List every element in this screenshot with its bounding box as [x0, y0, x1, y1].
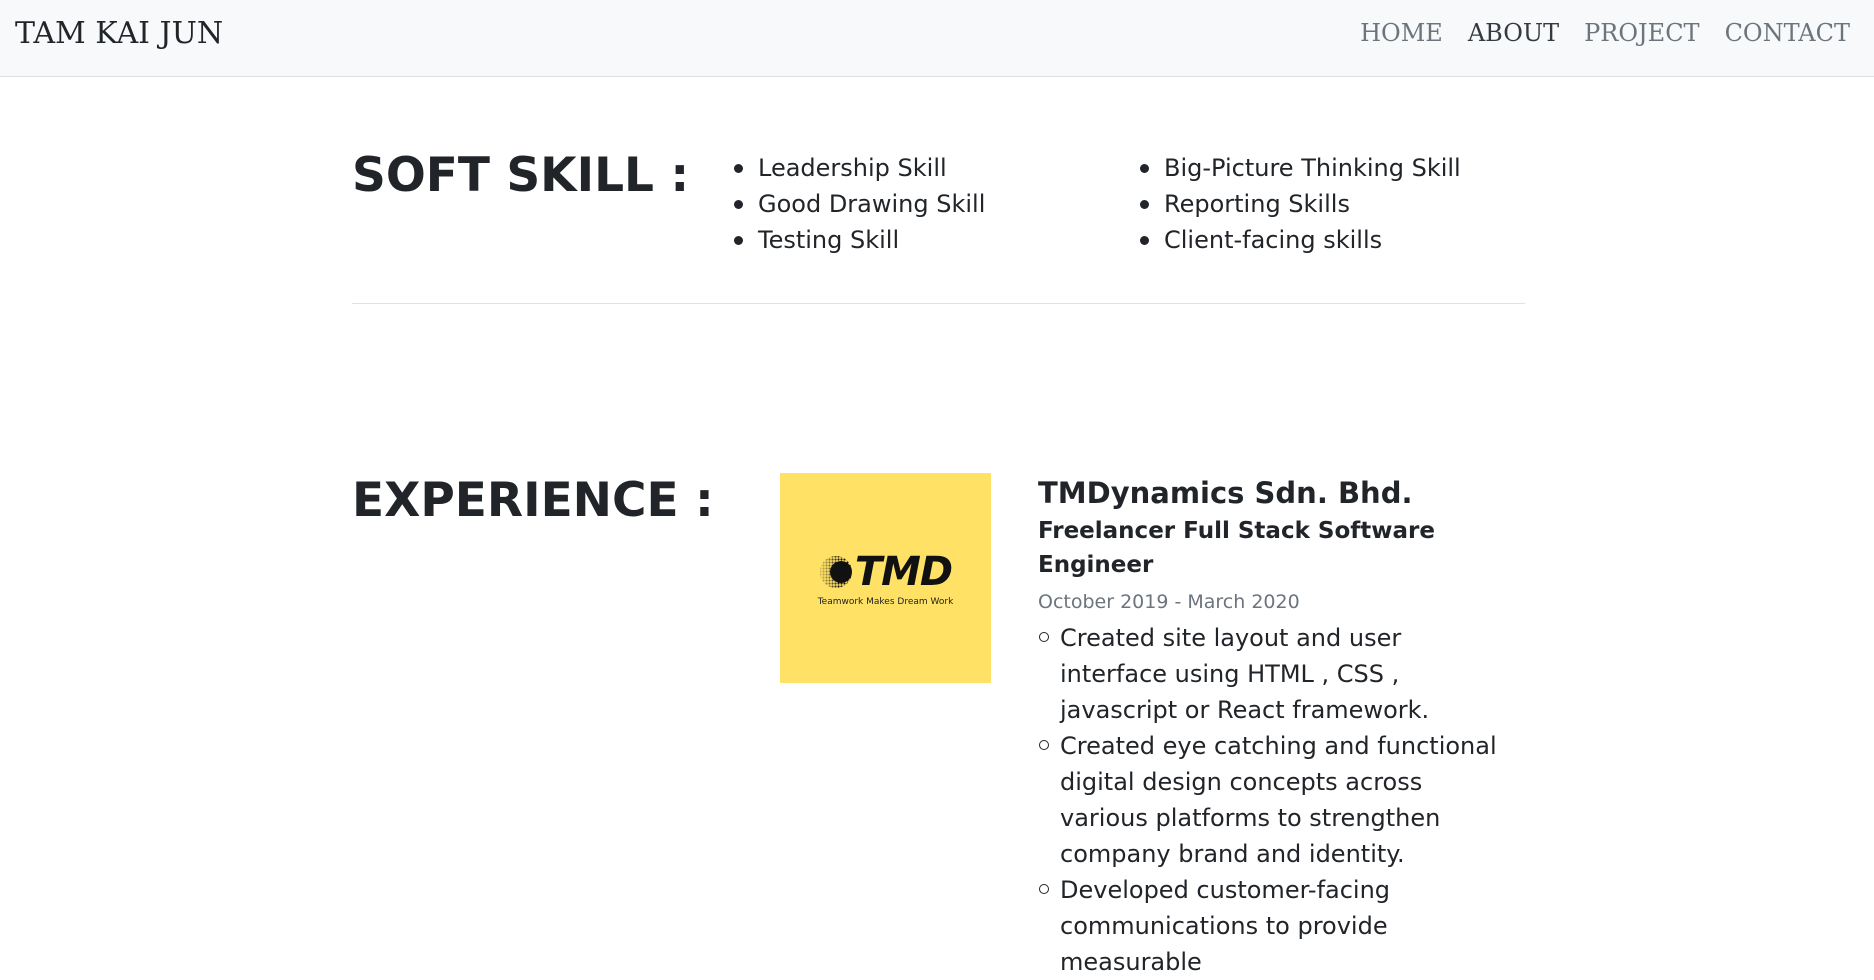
company-name: TMDynamics Sdn. Bhd.: [1038, 476, 1413, 510]
logo-tagline: Teamwork Makes Dream Work: [817, 597, 954, 607]
skill-item: Leadership Skill: [732, 150, 985, 186]
experience-title: EXPERIENCE :: [352, 473, 714, 528]
job-role: Freelancer Full Stack Software Engineer: [1038, 518, 1435, 578]
skill-item: Big-Picture Thinking Skill: [1138, 150, 1461, 186]
soft-skill-list-left: Leadership Skill Good Drawing Skill Test…: [732, 150, 985, 258]
nav-home-link[interactable]: HOME: [1360, 19, 1443, 47]
logo-text: TMD: [854, 549, 953, 595]
skill-item: Good Drawing Skill: [732, 186, 985, 222]
employment-dates: October 2019 - March 2020: [1038, 591, 1300, 613]
skill-item: Client-facing skills: [1138, 222, 1461, 258]
brand-link[interactable]: TAM KAI JUN: [15, 16, 223, 51]
logo-mark: TMD: [819, 549, 953, 595]
duty-item: Developed customer-facing communications…: [1038, 872, 1508, 980]
nav-contact-link[interactable]: CONTACT: [1725, 19, 1850, 47]
skill-item: Testing Skill: [732, 222, 985, 258]
section-divider: [352, 303, 1525, 304]
nav-about-link[interactable]: ABOUT: [1468, 19, 1559, 47]
navbar: TAM KAI JUN HOME ABOUT PROJECT CONTACT: [0, 0, 1874, 77]
company-logo: TMD Teamwork Makes Dream Work: [780, 473, 991, 683]
soft-skill-title: SOFT SKILL :: [352, 148, 690, 203]
nav-project-link[interactable]: PROJECT: [1584, 19, 1699, 47]
experience-details: TMDynamics Sdn. Bhd. Freelancer Full Sta…: [1038, 474, 1508, 980]
duty-item: Created site layout and user interface u…: [1038, 620, 1508, 728]
nav-links: HOME ABOUT PROJECT CONTACT: [1360, 19, 1850, 47]
skill-item: Reporting Skills: [1138, 186, 1461, 222]
soft-skill-list-right: Big-Picture Thinking Skill Reporting Ski…: [1138, 150, 1461, 258]
halftone-globe-icon: [819, 556, 852, 588]
duty-item: Created eye catching and functional digi…: [1038, 728, 1508, 872]
duties-list: Created site layout and user interface u…: [1038, 620, 1508, 980]
